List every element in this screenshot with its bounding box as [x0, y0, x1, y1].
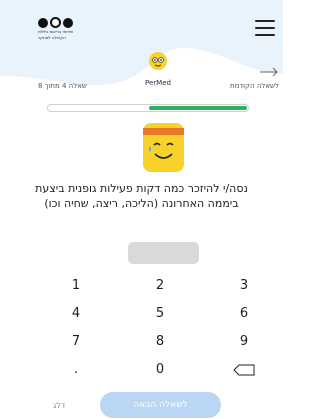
sweating-smile-emoji-icon	[143, 123, 184, 172]
answer-input[interactable]	[128, 242, 199, 264]
key-2[interactable]: 2	[130, 274, 190, 298]
backspace-icon	[233, 364, 255, 375]
key-6[interactable]: 6	[214, 302, 274, 326]
key-8[interactable]: 8	[130, 330, 190, 354]
key-5[interactable]: 5	[130, 302, 190, 326]
key-9[interactable]: 9	[214, 330, 274, 354]
logo-text-line2: הקהילה למחקר	[38, 35, 66, 40]
question-text: נסה/י להיזכר כמה דקות פעילות גופנית ביצע…	[35, 182, 248, 210]
permed-face-icon	[149, 52, 167, 70]
key-1[interactable]: 1	[46, 274, 106, 298]
key-0[interactable]: 0	[130, 358, 190, 382]
app-screen: שירותי בריאות כללית הקהילה למחקר PerMed …	[0, 0, 283, 419]
header: שירותי בריאות כללית הקהילה למחקר PerMed …	[0, 0, 283, 100]
previous-question-button[interactable]: לשאלה הקודמת	[230, 82, 279, 90]
org-logo: שירותי בריאות כללית הקהילה למחקר	[38, 17, 100, 40]
footer: דלג לשאלה הבאה	[0, 392, 283, 419]
hamburger-menu-icon[interactable]	[255, 20, 275, 36]
progress-fill	[149, 106, 247, 110]
key-7[interactable]: 7	[46, 330, 106, 354]
key-3[interactable]: 3	[214, 274, 274, 298]
key-decimal[interactable]: .	[46, 358, 106, 382]
key-4[interactable]: 4	[46, 302, 106, 326]
question-counter: שאלה 4 מתוך 8	[38, 82, 87, 90]
org-logo-icon	[38, 17, 100, 28]
progress-bar	[47, 104, 249, 112]
next-question-button[interactable]: לשאלה הבאה	[100, 392, 221, 418]
logo-text-line1: שירותי בריאות כללית	[38, 29, 74, 34]
backspace-button[interactable]	[214, 358, 274, 382]
skip-button[interactable]: דלג	[53, 401, 65, 410]
question-nav: שאלה 4 מתוך 8 לשאלה הקודמת	[0, 67, 283, 96]
arrow-right-icon[interactable]	[259, 67, 279, 77]
